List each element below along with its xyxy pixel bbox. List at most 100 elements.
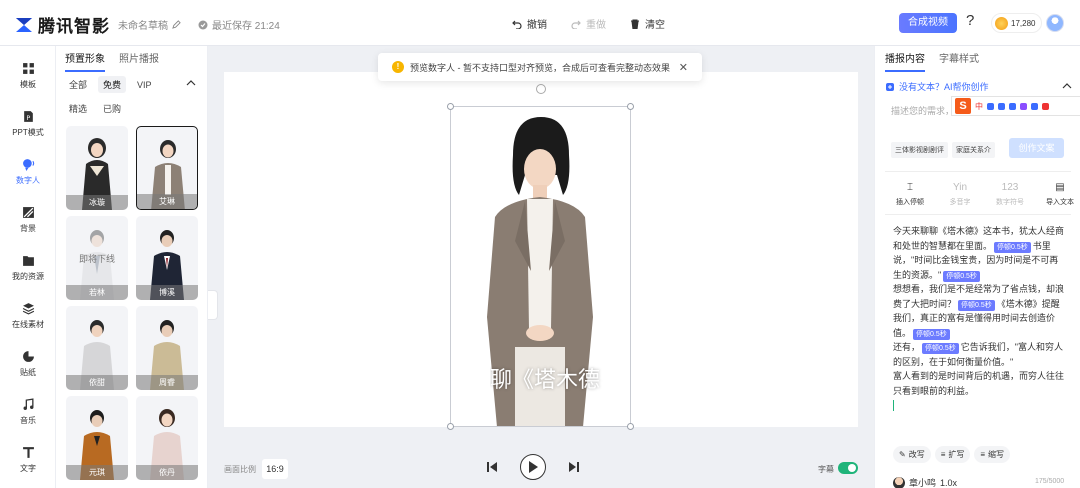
rail-item-digital-human[interactable]: 数字人 — [0, 150, 56, 194]
resize-handle-tl[interactable] — [447, 103, 454, 110]
layers-icon — [22, 303, 34, 315]
subtitle-toggle[interactable] — [838, 462, 858, 474]
ai-writing-link[interactable]: 没有文本？AI帮你创作 — [885, 80, 989, 93]
edit-icon[interactable] — [172, 20, 181, 29]
rotate-icon[interactable] — [536, 84, 546, 94]
filter-vip[interactable]: VIP — [132, 78, 157, 92]
rail-item-online-assets[interactable]: 在线素材 — [0, 294, 56, 338]
resize-handle-bl[interactable] — [447, 423, 454, 430]
brand-name: 腾讯智影 — [38, 17, 110, 36]
divider — [885, 171, 1071, 172]
pause-tag[interactable]: 停顿0.5秒 — [943, 270, 980, 282]
voice-speed[interactable]: 1.0x — [940, 478, 957, 488]
category-filters: 精选 已购 — [64, 100, 126, 117]
rail-item-my-resources[interactable]: 我的资源 — [0, 246, 56, 290]
avatar-card[interactable]: 即将下线 若林 — [66, 216, 128, 300]
skip-forward-icon[interactable] — [568, 461, 580, 473]
pause-tag[interactable]: 停顿0.5秒 — [958, 299, 995, 311]
help-icon[interactable]: ? — [966, 12, 974, 29]
save-status-text: 最近保存 21:24 — [212, 21, 280, 32]
notice-text: 预览数字人 - 暂不支持口型对齐预览，合成后可查看完整动态效果 — [410, 62, 670, 73]
rail-item-template[interactable]: 模板 — [0, 54, 56, 98]
pause-tag[interactable]: 停顿0.5秒 — [913, 328, 950, 340]
price-filters: 全部 免费 VIP — [64, 76, 157, 93]
resize-handle-tr[interactable] — [627, 103, 634, 110]
tab-photo-broadcast[interactable]: 照片播报 — [119, 50, 159, 72]
play-icon — [529, 461, 538, 473]
import-text-tool[interactable]: ▤ 导入文本 — [1041, 182, 1079, 207]
rail-label: 贴纸 — [20, 368, 36, 377]
rail-label: 在线素材 — [12, 320, 44, 329]
coin-balance[interactable]: 17,280 — [991, 13, 1043, 33]
polyphone-tool[interactable]: Yin 多音字 — [941, 182, 979, 207]
playback-bar: 画面比例 16:9 字幕 — [224, 454, 858, 484]
avatar-name: 若林 — [66, 285, 128, 300]
coin-count: 17,280 — [1011, 18, 1036, 28]
user-avatar[interactable] — [1046, 14, 1064, 32]
suggestion-chip[interactable]: 家庭关系介 — [952, 142, 995, 158]
rail-item-music[interactable]: 音乐 — [0, 390, 56, 434]
rail-item-background[interactable]: 背景 — [0, 198, 56, 242]
avatar-card-selected[interactable]: 艾琳 — [136, 126, 198, 210]
rewrite-actions: ✎ 改写 ≡ 扩写 ≡ 缩写 — [893, 446, 1011, 463]
offline-badge: 即将下线 — [78, 254, 115, 264]
filter-all[interactable]: 全部 — [64, 76, 92, 93]
avatar-name: 依甜 — [66, 375, 128, 390]
avatar-card[interactable]: 依丹 — [136, 396, 198, 480]
chevron-up-icon[interactable] — [1061, 80, 1073, 92]
close-icon[interactable]: ✕ — [679, 61, 688, 74]
brand-logo[interactable]: 腾讯智影 — [14, 12, 110, 37]
number-symbol-tool[interactable]: 123 数字符号 — [991, 182, 1029, 207]
pause-tag[interactable]: 停顿0.5秒 — [994, 241, 1031, 253]
pause-tag[interactable]: 停顿0.5秒 — [922, 343, 959, 354]
tool-label: 数字符号 — [996, 199, 1024, 206]
resize-handle-br[interactable] — [627, 423, 634, 430]
avatar-card[interactable]: 周睿 — [136, 306, 198, 390]
script-editor[interactable]: 今天来聊聊《塔木德》这本书，犹太人经商和处世的智慧都在里面。 停顿0.5秒 书里说，… — [893, 224, 1067, 411]
rewrite-button[interactable]: ✎ 改写 — [893, 446, 931, 463]
avatar-card[interactable]: 元琪 — [66, 396, 128, 480]
draft-name[interactable]: 未命名草稿 — [118, 17, 181, 32]
panel-collapse-handle[interactable] — [208, 290, 218, 320]
tab-preset-avatars[interactable]: 预置形象 — [65, 50, 105, 72]
filter-featured[interactable]: 精选 — [64, 100, 92, 117]
voice-name: 章小鸣 — [909, 478, 937, 488]
filter-free[interactable]: 免费 — [98, 76, 127, 93]
redo-icon — [571, 20, 581, 29]
rewrite-label: 改写 — [908, 450, 925, 459]
undo-button[interactable]: 撤销 — [512, 16, 547, 31]
pen-icon: ✎ — [899, 450, 906, 459]
create-copy-button[interactable]: 创作文案 — [1009, 138, 1064, 158]
shorten-button[interactable]: ≡ 缩写 — [974, 446, 1011, 463]
expand-button[interactable]: ≡ 扩写 — [934, 446, 971, 463]
rail-item-ppt[interactable]: P PPT模式 — [0, 102, 56, 146]
text-icon — [22, 447, 34, 458]
clear-button[interactable]: 清空 — [630, 16, 665, 31]
digital-human-icon — [22, 159, 34, 171]
play-button[interactable] — [520, 454, 546, 480]
avatar-card[interactable]: 冰璇 — [66, 126, 128, 210]
avatar-card[interactable]: 依甜 — [66, 306, 128, 390]
script-text: 还有， — [893, 342, 921, 352]
compose-video-button[interactable]: 合成视频 — [899, 13, 957, 33]
redo-button[interactable]: 重做 — [571, 16, 606, 31]
coin-icon — [995, 16, 1008, 30]
tab-subtitle-style[interactable]: 字幕样式 — [939, 50, 979, 72]
suggestion-chip[interactable]: 三体影视剧剧评 — [891, 142, 948, 158]
filter-purchased[interactable]: 已购 — [98, 100, 126, 117]
tab-broadcast-content[interactable]: 播报内容 — [885, 50, 925, 72]
ratio-select[interactable]: 16:9 — [262, 459, 288, 479]
number-icon: 123 — [1001, 182, 1019, 193]
avatar-name: 周睿 — [136, 375, 198, 390]
chevron-up-icon[interactable] — [185, 77, 197, 89]
avatar-card[interactable]: 博溪 — [136, 216, 198, 300]
rail-item-stickers[interactable]: 贴纸 — [0, 342, 56, 386]
ime-mode-icon: 中 — [975, 101, 983, 111]
ime-toolbar[interactable]: S 中 — [951, 96, 1080, 116]
rail-item-text[interactable]: 文字 — [0, 438, 56, 482]
expand-icon: ≡ — [940, 450, 946, 459]
voice-selector[interactable]: 章小鸣 1.0x — [893, 476, 957, 488]
ime-logo-icon: S — [955, 98, 971, 114]
skip-back-icon[interactable] — [486, 461, 498, 473]
insert-pause-tool[interactable]: ⌶ 插入停顿 — [891, 182, 929, 207]
